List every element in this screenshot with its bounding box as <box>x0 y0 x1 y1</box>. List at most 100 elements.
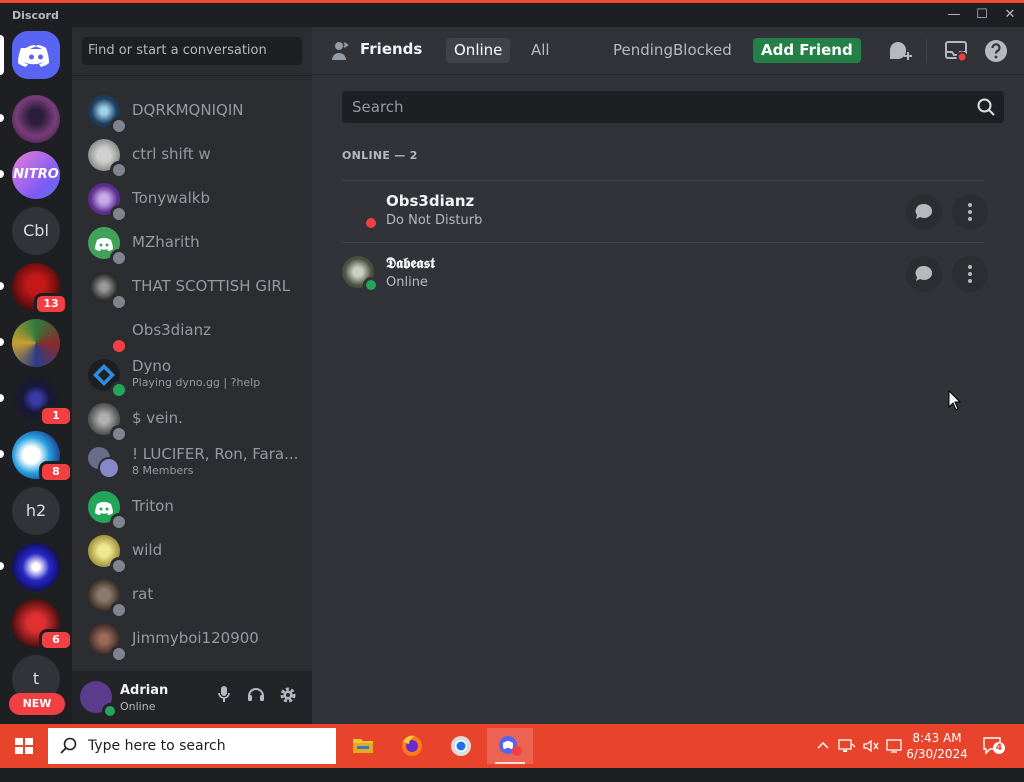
search-placeholder: Type here to search <box>88 738 226 754</box>
status-indicator <box>110 557 128 575</box>
mention-badge: 1 <box>39 405 72 427</box>
active-app-indicator <box>495 762 525 764</box>
home-button[interactable] <box>12 31 60 79</box>
unread-pill <box>0 394 4 402</box>
friends-header: Friends Online All Pending Blocked Add F… <box>312 27 1024 75</box>
tab-online[interactable]: Online <box>446 38 511 63</box>
notifications-icon[interactable]: 4 <box>982 736 1005 780</box>
friend-status: Online <box>386 275 428 290</box>
status-indicator <box>110 249 128 267</box>
server-icon-h2[interactable]: h2 <box>12 487 60 535</box>
dm-name: Triton <box>132 497 174 515</box>
server-icon-1[interactable] <box>12 95 60 143</box>
username[interactable]: Adrian <box>120 683 168 698</box>
status-indicator <box>110 293 128 311</box>
dm-item[interactable]: Dyno Playing dyno.gg | ?help <box>80 354 304 399</box>
unread-pill <box>0 114 4 122</box>
dm-item[interactable]: THAT SCOTTISH GIRL <box>80 266 304 311</box>
close-button[interactable]: ✕ <box>996 5 1024 25</box>
settings-gear-icon[interactable] <box>275 685 301 711</box>
new-group-dm-icon[interactable] <box>886 38 912 64</box>
message-button[interactable] <box>906 256 942 292</box>
friend-row[interactable]: 𝕯𝖆𝖇𝖊𝖆𝖘𝖙 Online <box>342 242 988 304</box>
server-label: Cbl <box>23 221 49 240</box>
friend-row[interactable]: Obs3dianz Do Not Disturb <box>342 180 988 242</box>
dm-item[interactable]: $ vein. <box>80 398 304 443</box>
file-explorer-icon[interactable] <box>340 728 386 764</box>
dm-item[interactable]: Tonywalkb <box>80 178 304 223</box>
unread-pill <box>0 170 4 178</box>
friend-name: Obs3dianz <box>386 192 475 210</box>
chevron-up-icon[interactable] <box>816 738 830 782</box>
clock-time: 8:43 AM <box>912 731 962 745</box>
dm-item[interactable]: rat <box>80 574 304 619</box>
dm-name: THAT SCOTTISH GIRL <box>132 277 291 295</box>
discord-taskbar-icon[interactable] <box>487 728 533 764</box>
user-status-text: Online <box>120 700 156 713</box>
mention-badge: 8 <box>39 461 72 483</box>
system-clock[interactable]: 8:43 AM 6/30/2024 <box>900 730 974 762</box>
chrome-icon[interactable] <box>438 728 484 764</box>
dm-item[interactable]: Triton <box>80 486 304 531</box>
network-icon[interactable] <box>838 738 856 782</box>
dm-name: wild <box>132 541 163 559</box>
new-badge: NEW <box>9 693 65 715</box>
volume-muted-icon[interactable] <box>862 738 880 782</box>
dm-item[interactable]: DQRKMQNIQIN <box>80 90 304 135</box>
title-bar: Discord — ☐ ✕ <box>0 3 1024 27</box>
dm-item[interactable]: wild <box>80 530 304 575</box>
user-panel: Adrian Online <box>72 671 312 724</box>
dm-name: Obs3dianz <box>132 321 211 339</box>
dm-item[interactable]: Obs3dianz <box>80 310 304 355</box>
taskbar-search-input[interactable]: Type here to search <box>48 728 336 764</box>
windows-logo-icon <box>15 738 33 754</box>
server-icon-9[interactable] <box>12 543 60 591</box>
find-conversation-button[interactable]: Find or start a conversation <box>82 37 302 65</box>
maximize-button[interactable]: ☐ <box>968 5 996 25</box>
status-indicator <box>110 205 128 223</box>
inbox-icon[interactable] <box>943 38 969 64</box>
search-icon <box>60 737 77 754</box>
discord-app: Discord — ☐ ✕ NITRO Cbl 13 1 8 h2 6 t NE… <box>0 0 1024 768</box>
headphones-icon[interactable] <box>243 685 269 711</box>
dm-item[interactable]: ctrl shift w <box>80 134 304 179</box>
status-indicator <box>110 425 128 443</box>
notification-count-badge: 4 <box>993 742 1005 754</box>
dm-activity: Playing dyno.gg | ?help <box>132 376 261 389</box>
firefox-icon[interactable] <box>389 728 435 764</box>
unread-pill <box>0 450 4 458</box>
dm-name: Dyno <box>132 357 172 375</box>
tab-all[interactable]: All <box>523 38 558 63</box>
unread-pill <box>0 562 4 570</box>
status-indicator <box>110 117 128 135</box>
server-icon-5[interactable] <box>12 319 60 367</box>
nitro-icon[interactable]: NITRO <box>12 151 60 199</box>
more-options-button[interactable] <box>952 256 988 292</box>
status-indicator <box>110 381 128 399</box>
minimize-button[interactable]: — <box>940 5 968 25</box>
message-button[interactable] <box>906 194 942 230</box>
microphone-icon[interactable] <box>211 685 237 711</box>
friends-search-input[interactable]: Search <box>342 91 1004 123</box>
dm-name: rat <box>132 585 154 603</box>
tab-blocked[interactable]: Blocked <box>665 38 740 63</box>
dm-sidebar: Find or start a conversation DQRKMQNIQIN… <box>72 27 312 724</box>
user-status-indicator <box>102 703 118 719</box>
server-icon-cbl[interactable]: Cbl <box>12 207 60 255</box>
more-options-button[interactable] <box>952 194 988 230</box>
add-friend-button[interactable]: Add Friend <box>753 38 861 63</box>
mention-badge: 6 <box>39 629 72 651</box>
start-button[interactable] <box>0 724 48 768</box>
dm-name: ! LUCIFER, Ron, Fara... <box>132 445 299 463</box>
dm-name: MZharith <box>132 233 200 251</box>
dm-name: DQRKMQNIQIN <box>132 101 244 119</box>
dm-item[interactable]: MZharith <box>80 222 304 267</box>
group-dm-item[interactable]: ! LUCIFER, Ron, Fara... 8 Members <box>80 442 304 484</box>
dm-item[interactable]: Jimmyboi120900 <box>80 618 304 663</box>
search-icon <box>977 98 995 116</box>
page-title: Friends <box>360 40 423 58</box>
friends-icon <box>332 42 349 60</box>
nitro-label: NITRO <box>13 167 59 182</box>
kebab-menu-icon <box>968 203 972 221</box>
help-icon[interactable] <box>983 38 1009 64</box>
